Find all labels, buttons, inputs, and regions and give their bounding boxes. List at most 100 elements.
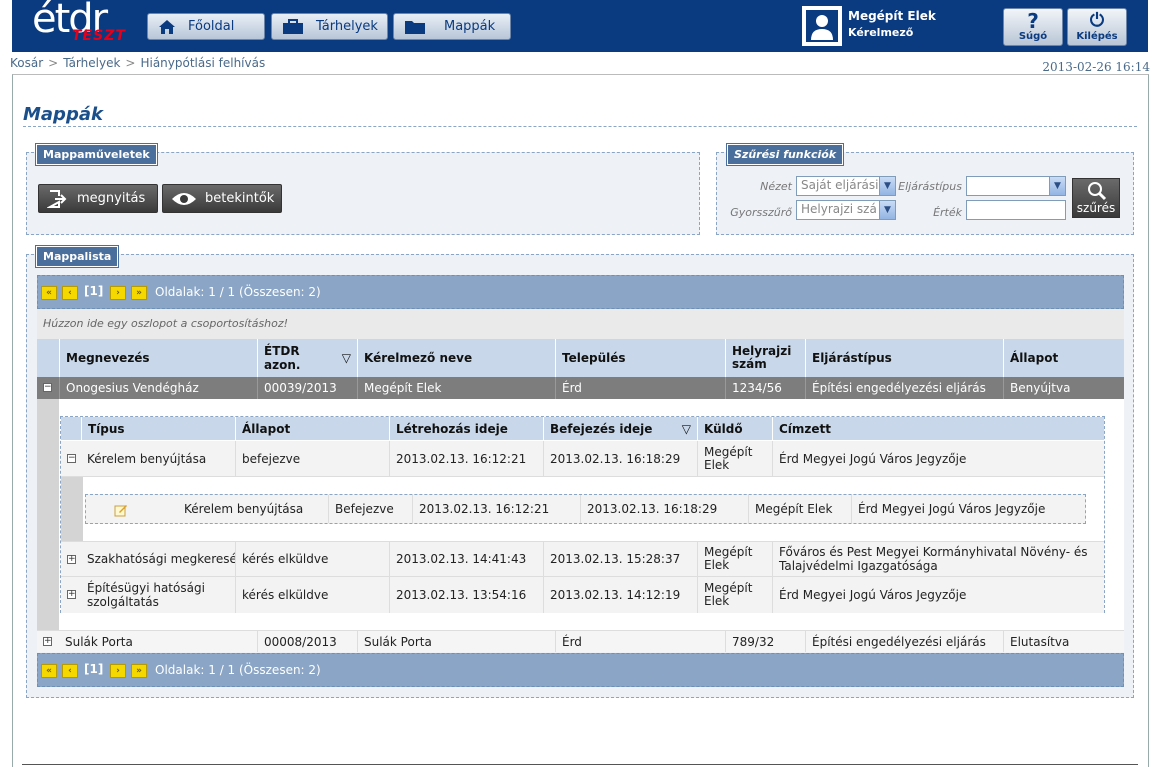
detail-cell-status: kérés elküldve [235,542,389,576]
expand-icon[interactable]: + [43,637,52,646]
cell-plot: 789/32 [725,631,805,652]
detail-col-sender[interactable]: Küldő [697,417,772,440]
detail-col-created[interactable]: Létrehozás ideje [389,417,543,440]
pager-last-button[interactable]: » [131,286,147,300]
quick-filter-select[interactable]: Helyrajzi szá ▼ [796,200,896,220]
subdetail-cell-sender: Megépít Elek [748,495,851,523]
nav-home-button[interactable]: Főoldal [147,13,265,40]
detail-cell-type: Építésügyi hatósági szolgáltatás [87,581,205,609]
col-header-name[interactable]: Megnevezés [59,339,257,377]
proc-type-select[interactable]: ▼ [966,176,1066,196]
avatar [802,6,842,46]
pager-info: Oldalak: 1 / 1 (Összesen: 2) [155,663,321,677]
sort-desc-icon: ▽ [681,421,691,436]
pager-first-button[interactable]: « [41,664,57,678]
col-header-plot[interactable]: Helyrajzi szám [725,339,805,377]
power-icon: ⏻ [1089,10,1105,31]
expand-icon[interactable]: + [67,590,76,599]
help-label: Súgó [1018,31,1048,42]
detail-cell-recipient: Főváros és Pest Megyei Kormányhivatal Nö… [772,542,1104,576]
briefcase-icon [282,18,304,35]
col-header-applicant[interactable]: Kérelmező neve [357,339,555,377]
col-header-status[interactable]: Állapot [1003,339,1124,377]
detail-cell-recipient: Érd Megyei Jogú Város Jegyzője [772,577,1104,613]
user-name: Megépít Elek [848,9,936,23]
cell-etdr-id: 00039/2013 [257,377,357,399]
subdetail-cell-status: Befejezve [328,495,412,523]
detail-cell-created: 2013.02.13. 14:41:43 [389,542,543,576]
pager-current-page[interactable]: [1] [84,662,103,676]
subdetail-cell-recipient: Érd Megyei Jogú Város Jegyzője [851,495,1087,523]
detail-col-recipient[interactable]: Címzett [772,417,1104,440]
logout-label: Kilépés [1076,31,1118,42]
group-drop-area[interactable]: Húzzon ide egy oszlopot a csoportosításh… [37,309,1124,339]
nav-storage-button[interactable]: Tárhelyek [271,13,388,40]
subdetail-cell-finished: 2013.02.13. 16:18:29 [580,495,748,523]
nav-folders-label: Mappák [444,19,496,34]
detail-cell-created: 2013.02.13. 16:12:21 [389,441,543,476]
page-title: Mappák [23,104,103,125]
detail-cell-type: Szakhatósági megkeresés [87,552,235,566]
col-header-etdr-id[interactable]: ÉTDR azon. ▽ [257,339,357,377]
cell-name: Sulák Porta [65,634,133,649]
detail-cell-finished: 2013.02.13. 15:28:37 [543,542,697,576]
pager-prev-button[interactable]: ‹ [62,664,78,678]
cell-applicant: Megépít Elek [357,377,555,399]
collapse-icon[interactable]: − [67,454,76,463]
proc-type-label: Eljárástípus [898,180,962,193]
folder-list-legend: Mappalista [34,245,120,268]
pager-next-button[interactable]: › [110,664,126,678]
detail-col-status[interactable]: Állapot [235,417,389,440]
cell-status: Benyújtva [1003,377,1124,399]
breadcrumb-separator: > [48,56,59,70]
current-datetime: 2013-02-26 16:14 [1042,60,1150,74]
expand-icon[interactable]: + [67,555,76,564]
col-header-proc-type[interactable]: Eljárástípus [805,339,1003,377]
pager-current-page[interactable]: [1] [84,284,103,298]
pager-first-button[interactable]: « [41,286,57,300]
user-role: Kérelmező [848,26,914,39]
detail-row[interactable]: + Szakhatósági megkeresés kérés elküldve… [61,541,1104,577]
footer-divider [22,764,1138,765]
open-button[interactable]: megnyitás [38,184,158,213]
detail-cell-sender: Megépít Elek [697,441,772,476]
help-button[interactable]: ? Súgó [1003,8,1063,46]
detail-row[interactable]: + Építésügyi hatósági szolgáltatás kérés… [61,577,1104,613]
detail-cell-finished: 2013.02.13. 16:18:29 [543,441,697,476]
etdr-logo[interactable]: étdr TESZT [32,0,142,48]
breadcrumb-item-storage[interactable]: Tárhelyek [63,56,120,70]
pager-next-button[interactable]: › [110,286,126,300]
collapse-icon[interactable]: − [43,383,52,392]
filter-button[interactable]: szűrés [1072,178,1120,218]
pager-info: Oldalak: 1 / 1 (Összesen: 2) [155,285,321,299]
detail-col-type[interactable]: Típus [81,417,235,440]
view-label: Nézet [760,180,792,193]
pager-bottom: « ‹ [1] › » Oldalak: 1 / 1 (Összesen: 2) [37,653,1124,687]
pager-prev-button[interactable]: ‹ [62,286,78,300]
nav-folders-button[interactable]: Mappák [393,13,511,40]
user-icon [806,10,838,42]
view-select[interactable]: Saját eljárási ▼ [796,176,896,196]
filter-button-label: szűrés [1076,201,1116,215]
viewers-button[interactable]: betekintők [162,184,282,213]
top-header-bar: étdr TESZT Főoldal Tárhelyek Mappák Megé… [12,0,1148,52]
view-select-value: Saját eljárási [801,178,879,192]
logout-button[interactable]: ⏻ Kilépés [1067,8,1127,46]
subdetail-indent [61,477,83,541]
detail-col-finished-label: Befejezés ideje [550,421,653,436]
detail-cell-finished: 2013.02.13. 14:12:19 [543,577,697,613]
subdetail-cell-created: 2013.02.13. 16:12:21 [412,495,580,523]
value-input[interactable] [966,200,1066,220]
title-divider [23,126,1137,127]
quick-filter-label: Gyorsszűrő [730,206,792,219]
breadcrumb-item-cart[interactable]: Kosár [10,56,43,70]
table-row[interactable]: − Onogesius Vendégház 00039/2013 Megépít… [37,377,1124,399]
subdetail-row[interactable]: Kérelem benyújtása Befejezve 2013.02.13.… [85,494,1086,524]
detail-col-finished[interactable]: Befejezés ideje ▽ [543,417,697,440]
breadcrumb-item-deficiency[interactable]: Hiánypótlási felhívás [140,56,265,70]
cell-plot: 1234/56 [725,377,805,399]
col-header-town[interactable]: Település [555,339,725,377]
pager-last-button[interactable]: » [131,664,147,678]
detail-row[interactable]: − Kérelem benyújtása befejezve 2013.02.1… [61,441,1104,477]
table-row[interactable]: + Sulák Porta 00008/2013 Sulák Porta Érd… [37,630,1124,652]
